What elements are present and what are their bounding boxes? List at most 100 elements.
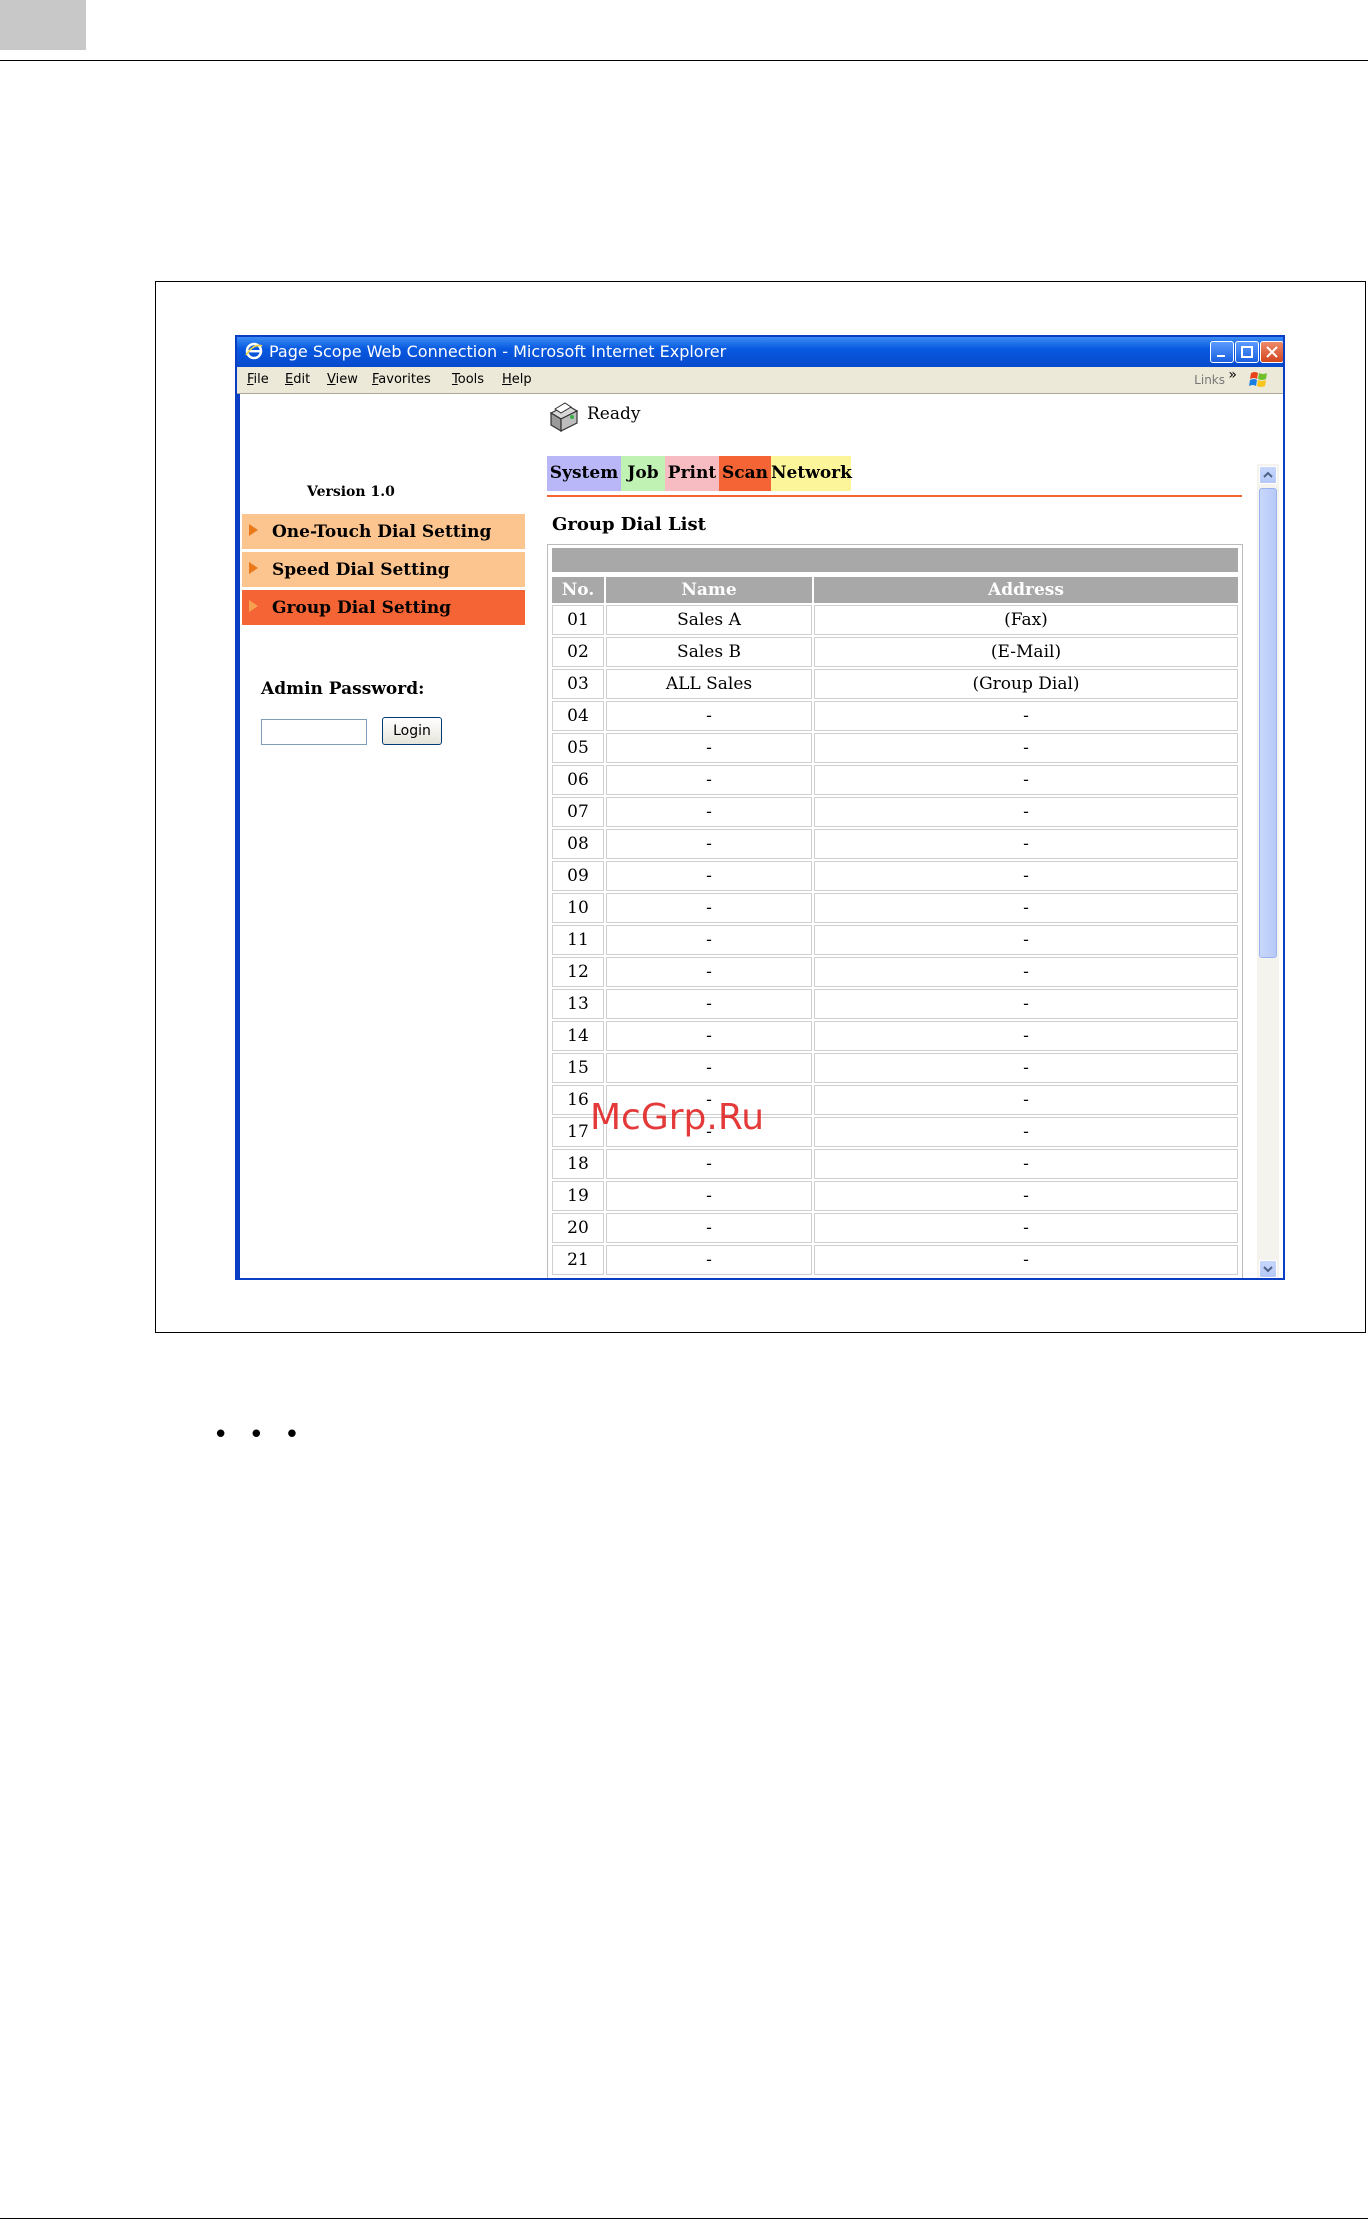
nav-group-dial-setting[interactable]: Group Dial Setting <box>242 590 525 625</box>
tab-network[interactable]: Network <box>771 456 852 491</box>
cell-name: - <box>606 989 812 1019</box>
page-content: Version 1.0 One-Touch Dial Setting Speed… <box>237 394 1283 1278</box>
cell-name: - <box>606 829 812 859</box>
watermark: McGrp.Ru <box>590 1097 765 1138</box>
scroll-down-button[interactable] <box>1259 1260 1277 1278</box>
cell-name: - <box>606 861 812 891</box>
minimize-icon <box>1217 355 1225 357</box>
menu-bar: File Edit View Favorites Tools Help Link… <box>237 367 1283 394</box>
nav-speed-dial-setting[interactable]: Speed Dial Setting <box>242 552 525 587</box>
login-button[interactable]: Login <box>382 717 442 745</box>
table-row: 09- - <box>552 861 1238 891</box>
scroll-up-button[interactable] <box>1259 466 1277 484</box>
cell-no: 03 <box>552 669 604 699</box>
cell-address: - <box>814 925 1238 955</box>
column-header-address: Address <box>814 577 1238 603</box>
table-row: 04- - <box>552 701 1238 731</box>
column-header-name: Name <box>606 577 812 603</box>
cell-no: 19 <box>552 1181 604 1211</box>
status-text: Ready <box>587 404 641 424</box>
cell-address: - <box>814 765 1238 795</box>
windows-flag-icon <box>1249 372 1267 387</box>
menu-view[interactable]: View <box>327 372 358 387</box>
tab-scan[interactable]: Scan <box>719 456 771 491</box>
arrow-right-icon <box>249 600 258 612</box>
table-row: 10- - <box>552 893 1238 923</box>
admin-password-label: Admin Password: <box>261 679 425 699</box>
cell-name: - <box>606 733 812 763</box>
table-row: 13- - <box>552 989 1238 1019</box>
cell-no: 13 <box>552 989 604 1019</box>
version-label: Version 1.0 <box>307 484 395 500</box>
cell-address: - <box>814 1053 1238 1083</box>
cell-no: 01 <box>552 605 604 635</box>
window-title: Page Scope Web Connection - Microsoft In… <box>269 342 727 361</box>
close-button[interactable] <box>1260 341 1283 363</box>
table-row: 08- - <box>552 829 1238 859</box>
cell-name: - <box>606 1053 812 1083</box>
cell-no: 09 <box>552 861 604 891</box>
cell-no: 10 <box>552 893 604 923</box>
list-title: Group Dial List <box>552 514 706 535</box>
table-row: 21- - <box>552 1245 1238 1275</box>
arrow-right-icon <box>249 562 258 574</box>
menu-tools[interactable]: Tools <box>452 372 484 387</box>
cell-no: 20 <box>552 1213 604 1243</box>
cell-name: Sales B <box>606 637 812 667</box>
table-row: 12- - <box>552 957 1238 987</box>
chevron-up-icon <box>1263 471 1273 478</box>
cell-no: 15 <box>552 1053 604 1083</box>
cell-name: - <box>606 1021 812 1051</box>
cell-no: 05 <box>552 733 604 763</box>
ie-logo-icon <box>245 342 263 360</box>
menu-favorites[interactable]: Favorites <box>372 372 431 387</box>
minimize-button[interactable] <box>1210 341 1234 363</box>
cell-address: - <box>814 1021 1238 1051</box>
table-row: 02 Sales B (E-Mail) <box>552 637 1238 667</box>
links-toolbar[interactable]: Links <box>1194 373 1225 387</box>
chevron-down-icon <box>1263 1266 1273 1273</box>
maximize-button[interactable] <box>1235 341 1259 363</box>
links-chevron-icon[interactable]: » <box>1228 367 1237 383</box>
page-header-rule <box>0 60 1368 61</box>
vertical-scrollbar[interactable] <box>1257 464 1279 1278</box>
cell-no: 02 <box>552 637 604 667</box>
cell-no: 18 <box>552 1149 604 1179</box>
cell-address: - <box>814 701 1238 731</box>
cell-name: - <box>606 1149 812 1179</box>
tab-system[interactable]: System <box>547 456 621 491</box>
cell-address: (Fax) <box>814 605 1238 635</box>
cell-name: - <box>606 765 812 795</box>
cell-address: - <box>814 1117 1238 1147</box>
cell-name: - <box>606 893 812 923</box>
tab-print[interactable]: Print <box>665 456 719 491</box>
table-row: 11- - <box>552 925 1238 955</box>
ie-window: Page Scope Web Connection - Microsoft In… <box>235 335 1285 1280</box>
arrow-right-icon <box>249 524 258 536</box>
cell-name: - <box>606 797 812 827</box>
cell-no: 06 <box>552 765 604 795</box>
cell-address: - <box>814 829 1238 859</box>
tab-job[interactable]: Job <box>621 456 665 491</box>
admin-password-input[interactable] <box>261 719 367 745</box>
table-row: 06- - <box>552 765 1238 795</box>
cell-name: - <box>606 1213 812 1243</box>
window-titlebar[interactable]: Page Scope Web Connection - Microsoft In… <box>237 337 1283 367</box>
table-row: 15- - <box>552 1053 1238 1083</box>
table-row: 19- - <box>552 1181 1238 1211</box>
cell-name: Sales A <box>606 605 812 635</box>
cell-address: - <box>814 733 1238 763</box>
menu-file[interactable]: File <box>247 372 269 387</box>
scroll-thumb[interactable] <box>1259 488 1277 958</box>
cell-no: 21 <box>552 1245 604 1275</box>
printer-icon <box>549 402 579 433</box>
group-dial-table: No. Name Address 01 Sales A (Fax) 02 Sales B… <box>550 575 1240 1277</box>
cell-name: - <box>606 957 812 987</box>
cell-name: - <box>606 1181 812 1211</box>
cell-address: - <box>814 861 1238 891</box>
cell-name: - <box>606 925 812 955</box>
nav-one-touch-dial-setting[interactable]: One-Touch Dial Setting <box>242 514 525 549</box>
menu-help[interactable]: Help <box>502 372 532 387</box>
menu-edit[interactable]: Edit <box>285 372 310 387</box>
tab-underline <box>547 495 1242 497</box>
